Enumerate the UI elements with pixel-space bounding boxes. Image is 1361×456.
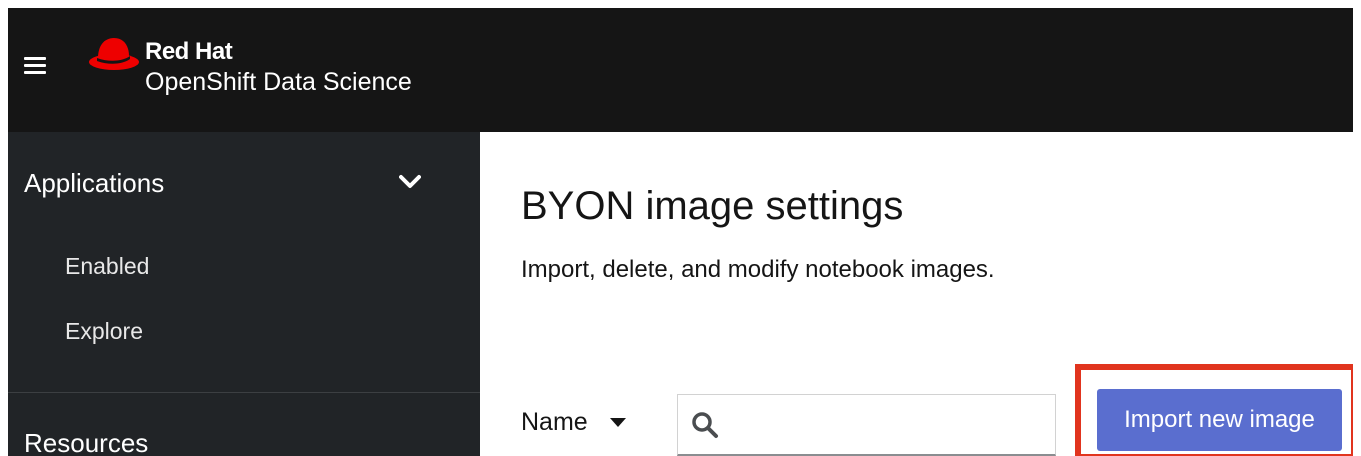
filter-attribute-dropdown[interactable]: Name [521, 402, 626, 442]
import-new-image-button[interactable]: Import new image [1097, 389, 1342, 451]
masthead: Red Hat OpenShift Data Science [8, 8, 1353, 132]
red-hat-logo-icon[interactable] [88, 34, 140, 74]
search-icon [692, 412, 718, 438]
chevron-down-icon[interactable] [399, 174, 421, 190]
page-description: Import, delete, and modify notebook imag… [521, 256, 995, 283]
sidebar-item-enabled[interactable]: Enabled [65, 253, 149, 280]
app-frame: Red Hat OpenShift Data Science Applicati… [8, 8, 1353, 456]
search-field[interactable] [677, 394, 1056, 456]
sidebar-item-explore[interactable]: Explore [65, 318, 143, 345]
search-input[interactable] [730, 403, 1048, 447]
caret-down-icon [609, 417, 626, 427]
sidebar-group-applications[interactable]: Applications [24, 168, 164, 199]
brand-name: Red Hat [145, 38, 233, 65]
filter-attribute-label: Name [521, 407, 588, 436]
product-name: OpenShift Data Science [145, 68, 412, 96]
main-content: BYON image settings Import, delete, and … [480, 132, 1353, 456]
page-title: BYON image settings [521, 184, 904, 228]
sidebar-group-resources[interactable]: Resources [24, 428, 148, 456]
hamburger-icon[interactable] [24, 57, 46, 75]
sidebar: Applications Enabled Explore Resources [8, 132, 480, 456]
sidebar-divider [8, 392, 480, 393]
